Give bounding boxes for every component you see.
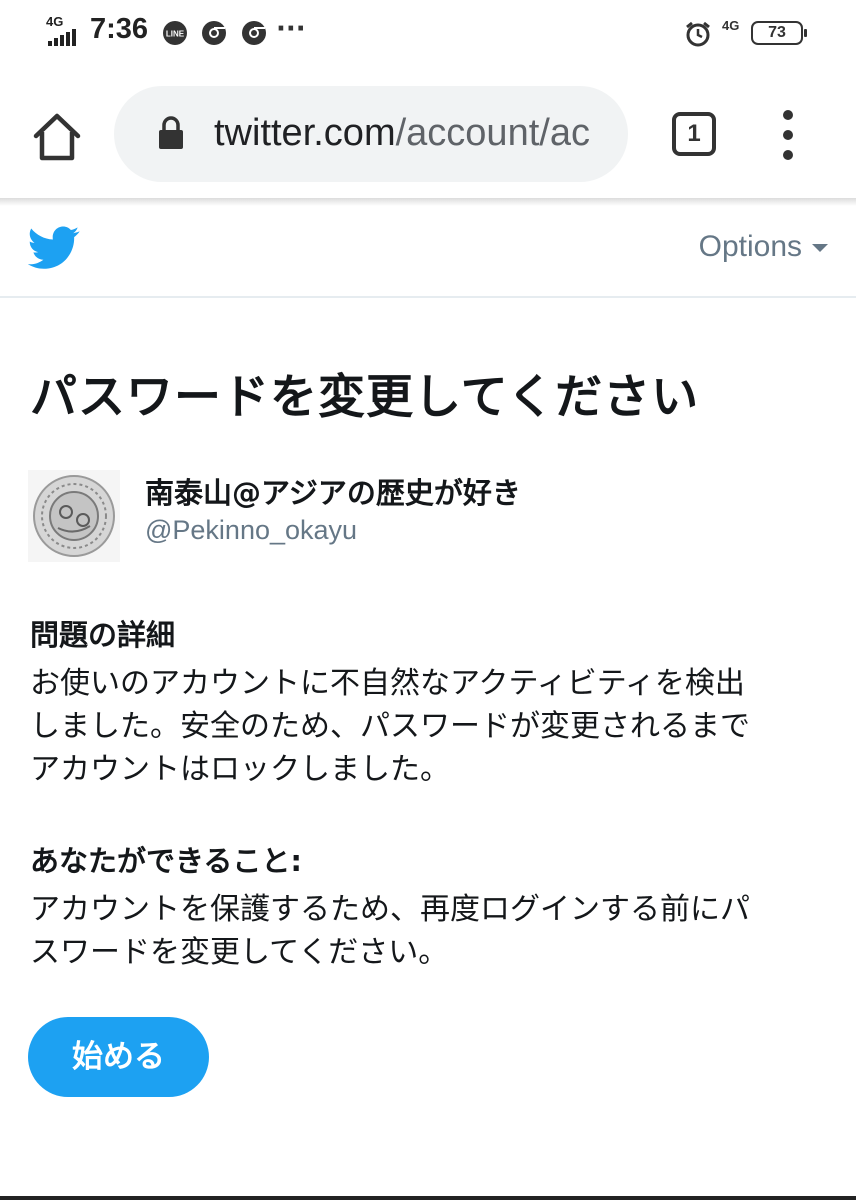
network-type-label-right: 4G <box>722 18 740 33</box>
problem-line: しました。安全のため、パスワードが変更されるまで <box>30 709 750 744</box>
browser-toolbar: twitter.com/account/ac 1 <box>0 70 856 198</box>
what-you-can-do-heading: あなたができること: <box>30 844 303 878</box>
alarm-icon <box>686 21 710 47</box>
todo-line: アカウントを保護するため、再度ログインする前にパ <box>30 892 750 927</box>
status-bar: 4G 7:36 LINE ··· 4G 73 <box>0 0 856 70</box>
options-label: Options <box>698 230 802 263</box>
todo-line: スワードを変更してください。 <box>30 935 449 970</box>
start-button[interactable]: 始める <box>28 1017 209 1097</box>
problem-details-text: お使いのアカウントに不自然なアクティビティを検出 しました。安全のため、パスワー… <box>30 662 830 791</box>
problem-line: お使いのアカウントに不自然なアクティビティを検出 <box>30 666 745 701</box>
chrome-icon <box>202 21 226 45</box>
page-title: パスワードを変更してください <box>30 370 700 425</box>
clock: 7:36 <box>90 13 149 45</box>
battery-level: 73 <box>768 24 786 41</box>
url-text[interactable]: twitter.com/account/ac <box>214 110 608 156</box>
account-display-name: 南泰山@アジアの歴史が好き <box>145 476 521 510</box>
twitter-header: Options <box>0 206 856 298</box>
screen-bottom-edge <box>0 1196 856 1200</box>
what-you-can-do-text: アカウントを保護するため、再度ログインする前にパ スワードを変更してください。 <box>30 888 830 974</box>
account-handle: @Pekinno_okayu <box>145 515 358 545</box>
problem-line: アカウントはロックしました。 <box>30 752 450 787</box>
address-bar[interactable]: twitter.com/account/ac <box>114 86 628 182</box>
chrome-icon <box>242 21 266 45</box>
more-notifications-icon: ··· <box>276 14 306 44</box>
svg-text:LINE: LINE <box>166 30 185 39</box>
lock-icon <box>159 116 183 149</box>
caret-down-icon <box>812 244 828 253</box>
twitter-bird-icon[interactable] <box>28 226 80 270</box>
url-host: twitter.com <box>214 112 396 154</box>
problem-details-heading: 問題の詳細 <box>30 618 176 652</box>
line-icon: LINE <box>163 21 187 45</box>
home-icon[interactable] <box>30 110 84 164</box>
more-menu-icon[interactable] <box>774 110 804 160</box>
toolbar-shadow <box>0 198 856 206</box>
url-path: /account/ac <box>395 112 590 154</box>
cellular-signal-icon: 4G <box>46 14 86 48</box>
network-type-label: 4G <box>46 14 64 29</box>
tab-switcher-button[interactable]: 1 <box>672 112 716 156</box>
options-dropdown[interactable]: Options <box>699 230 828 264</box>
avatar <box>28 470 120 562</box>
battery-icon: 73 <box>751 21 807 45</box>
